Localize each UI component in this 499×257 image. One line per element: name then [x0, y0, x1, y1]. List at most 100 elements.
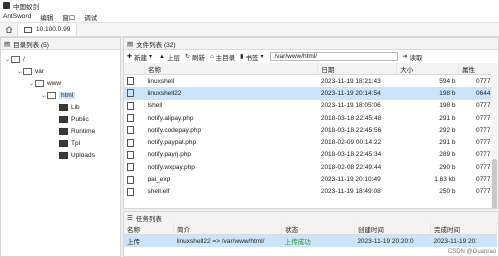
file-icon-cell — [124, 112, 144, 124]
file-row[interactable]: notify.paypal.php 2018-02-09 00:14:22 291 … — [124, 136, 494, 148]
task-row[interactable]: 上传 linuxshell22 => /var/www/html/ 上传成功 2… — [124, 234, 497, 247]
file-date: 2023-11-19 20:10:49 — [320, 176, 381, 184]
task-col-created[interactable]: 创建时间 — [354, 223, 431, 235]
home-dir-icon: ⌂ — [210, 53, 214, 60]
file-icon-cell — [124, 186, 144, 198]
tree-node[interactable]: ⌄ var — [17, 66, 44, 76]
chevron-down-icon: ▾ — [149, 54, 153, 60]
arrow-up-icon: ▲ — [159, 53, 165, 60]
file-icon — [127, 163, 134, 172]
file-size: 291 b — [439, 139, 456, 147]
arrow-right-icon: ➜ — [402, 54, 408, 60]
scroll-thumb[interactable] — [492, 159, 497, 208]
tree-node-label: Public — [71, 115, 89, 123]
folder-icon — [59, 151, 68, 159]
col-attr-header[interactable]: 属性 — [458, 63, 494, 75]
file-date: 2018-03-18 22:45:48 — [320, 114, 382, 122]
file-size: 594 b — [439, 77, 456, 85]
task-table: 名称 简介 状态 创建时间 完成时间 上传 linuxshell22 => /v… — [124, 223, 498, 247]
bookmark-button[interactable]: ▮ 书签 ▾ — [240, 52, 265, 62]
folder-icon — [59, 139, 68, 147]
tree-node[interactable]: Uploads — [53, 150, 95, 160]
file-row[interactable]: shell.elf 2023-11-19 18:49:08 250 b 0777 — [124, 186, 494, 198]
path-input[interactable]: /var/www/html/ — [270, 52, 399, 61]
menu-debug[interactable]: 调试 — [84, 12, 97, 22]
tab-shell[interactable]: 10.100.0.99 — [17, 23, 78, 36]
file-icon-cell — [124, 173, 144, 185]
menu-edit[interactable]: 编辑 — [40, 12, 53, 22]
tree-node[interactable]: Runtime — [53, 126, 95, 136]
file-row[interactable]: notify.wxpay.php 2018-02-08 22:49:44 290 b… — [124, 161, 494, 173]
file-attr: 0777 — [476, 126, 491, 134]
file-icon — [127, 114, 134, 123]
tree-node[interactable]: ⌄ html — [41, 90, 76, 100]
tree-node[interactable]: Tpl — [53, 138, 80, 148]
file-attr: 0777 — [476, 114, 491, 122]
file-icon-cell — [124, 136, 144, 148]
file-name: notify.wxpay.php — [147, 163, 195, 171]
tree-node-label: Lib — [71, 103, 80, 111]
menu-antsword[interactable]: AntSword — [3, 13, 31, 20]
col-size-header[interactable]: 大小 — [396, 63, 460, 75]
tree-node[interactable]: Public — [53, 114, 89, 124]
file-icon — [127, 138, 134, 147]
file-icon — [127, 77, 134, 86]
file-row[interactable]: linuxshell22 2023-11-19 20:14:54 198 b 0644 — [124, 87, 494, 100]
file-attr: 0777 — [476, 139, 491, 147]
file-date: 2023-11-19 18:21:43 — [320, 77, 381, 85]
home-dir-button[interactable]: ⌂ 主目录 — [210, 52, 235, 62]
task-finished: 2023-11-19 20: — [430, 234, 497, 247]
folder-icon — [11, 55, 20, 63]
file-row[interactable]: notify.alipay.php 2018-03-18 22:45:48 291 … — [124, 112, 494, 124]
file-row[interactable]: lshell 2023-11-19 18:05:06 198 b 0777 — [124, 100, 494, 112]
menu-bar: AntSword 编辑 窗口 调试 — [0, 11, 499, 23]
file-size: 291 b — [439, 114, 456, 122]
file-icon — [127, 175, 134, 184]
directory-panel: ▤ 目录列表 (5) ⌄ / ⌄ var ⌄ www ⌄ html Lib Public Runti… — [0, 37, 121, 257]
folder-icon — [35, 79, 44, 87]
file-row[interactable]: notify.payrj.php 2018-03-18 22:45:34 289 b… — [124, 149, 494, 161]
col-name-header[interactable]: 名称 — [144, 63, 319, 75]
file-date: 2018-02-09 00:14:22 — [320, 139, 382, 147]
refresh-button[interactable]: ↻ 刷新 — [185, 52, 205, 62]
tree-node-label: html — [59, 91, 76, 99]
file-icon-cell — [124, 87, 145, 100]
file-size: 198 b — [396, 87, 459, 100]
file-panel: ▤ 文件列表 (32) ✚ 新建 ▾ ▲ 上层 ↻ 刷新 ⌂ 主目录 ▮ 书签 ▾ /var/… — [123, 37, 499, 209]
tab-bar: 10.100.0.99 — [0, 23, 499, 37]
file-row[interactable]: pai_exp 2023-11-19 20:10:49 1.63 kb 0777 — [124, 173, 494, 185]
task-col-status[interactable]: 状态 — [281, 223, 355, 235]
tree-node[interactable]: ⌄ www — [29, 78, 61, 88]
file-icon-cell — [124, 100, 144, 112]
new-icon: ✚ — [127, 54, 133, 60]
file-icon-cell — [124, 161, 144, 173]
watermark: CSDN @Guanrao — [447, 249, 496, 255]
tree-node-label: / — [23, 55, 25, 63]
tree-node-label: Uploads — [71, 151, 95, 159]
file-row[interactable]: notify.codepay.php 2018-03-18 22:45:56 292… — [124, 124, 494, 136]
file-icon-cell — [124, 149, 144, 161]
file-scrollbar[interactable] — [491, 63, 498, 208]
task-col-name[interactable]: 名称 — [124, 223, 175, 235]
task-col-finished[interactable]: 完成时间 — [430, 223, 498, 235]
file-icon-cell — [124, 75, 144, 88]
up-button[interactable]: ▲ 上层 — [159, 52, 180, 62]
file-name: notify.codepay.php — [147, 126, 202, 134]
task-col-desc[interactable]: 简介 — [173, 223, 283, 235]
home-icon[interactable] — [5, 26, 13, 33]
file-date: 2023-11-19 18:49:08 — [320, 188, 381, 196]
file-name: notify.payrj.php — [147, 151, 192, 159]
file-row[interactable]: linuxshell 2023-11-19 18:21:43 594 b 0777 — [124, 75, 494, 88]
file-size: 292 b — [439, 126, 456, 134]
menu-window[interactable]: 窗口 — [62, 12, 75, 22]
app-logo-icon — [3, 2, 10, 9]
tree-node[interactable]: ⌄ / — [5, 54, 25, 64]
read-button[interactable]: ➜ 读取 — [402, 52, 422, 62]
file-attr: 0777 — [476, 102, 491, 110]
tree-node[interactable]: Lib — [53, 102, 80, 112]
file-list-icon: ▤ — [127, 40, 134, 48]
task-status: 上传成功 — [281, 234, 355, 247]
col-date-header[interactable]: 日期 — [317, 63, 398, 75]
task-list-icon: ☰ — [127, 214, 133, 222]
new-button[interactable]: ✚ 新建 ▾ — [127, 52, 154, 62]
